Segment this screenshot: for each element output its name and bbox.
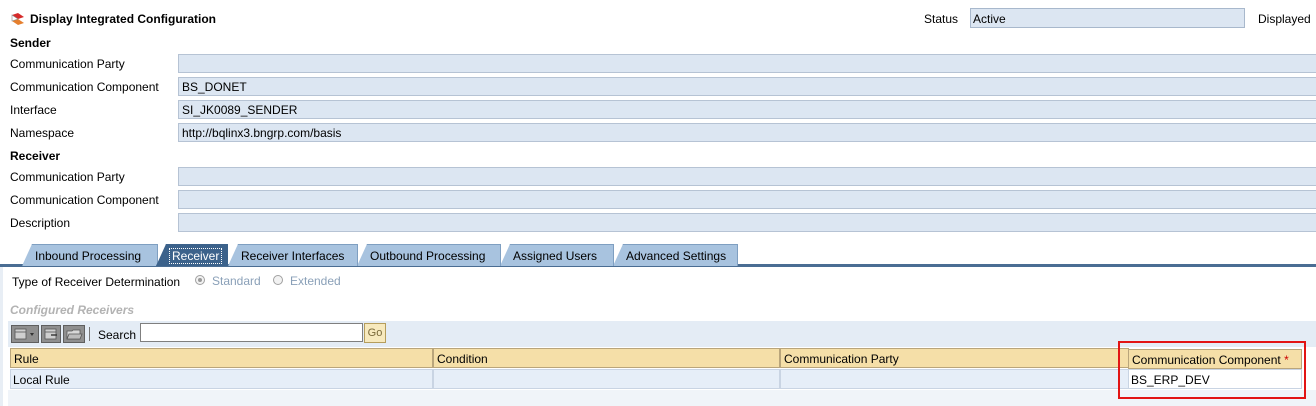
sender-namespace-label: Namespace: [10, 126, 75, 140]
toolbar-separator: [89, 327, 90, 341]
column-header-communication-party[interactable]: Communication Party: [780, 348, 1129, 368]
standard-radio[interactable]: [195, 275, 205, 285]
sender-component-label: Communication Component: [10, 80, 159, 94]
annotation-highlight-box: [1118, 341, 1306, 399]
column-header-condition[interactable]: Condition: [433, 348, 780, 368]
tab-label: Advanced Settings: [626, 249, 727, 263]
tab-advanced-settings[interactable]: Advanced Settings: [613, 244, 738, 266]
page-title: Display Integrated Configuration: [30, 12, 217, 26]
sender-section-title: Sender: [10, 36, 51, 50]
column-header-rule[interactable]: Rule: [10, 348, 433, 368]
tab-label: Receiver: [169, 248, 223, 264]
determination-type-label: Type of Receiver Determination: [12, 275, 181, 289]
search-label: Search: [98, 328, 137, 342]
cell-rule[interactable]: Local Rule: [10, 369, 433, 389]
sender-component-field[interactable]: BS_DONET: [178, 77, 1316, 96]
displayed-label: Displayed: [1258, 12, 1311, 26]
go-button[interactable]: Go: [364, 323, 386, 343]
tab-label: Inbound Processing: [35, 249, 142, 263]
tab-label: Receiver Interfaces: [241, 249, 345, 263]
description-label: Description: [10, 216, 71, 230]
delete-row-icon[interactable]: [41, 325, 61, 343]
configured-receivers-title: Configured Receivers: [10, 303, 135, 317]
extended-radio-label: Extended: [290, 274, 341, 288]
receiver-party-field[interactable]: [178, 167, 1316, 186]
receiver-section-title: Receiver: [10, 149, 61, 163]
tab-assigned-users[interactable]: Assigned Users: [500, 244, 614, 266]
sender-namespace-field[interactable]: http://bqlinx3.bngrp.com/basis: [178, 123, 1316, 142]
receiver-component-label: Communication Component: [10, 193, 159, 207]
add-row-icon[interactable]: [11, 325, 39, 343]
cell-communication-party[interactable]: [780, 369, 1129, 389]
sender-party-label: Communication Party: [10, 57, 125, 71]
sender-party-field[interactable]: [178, 54, 1316, 73]
tab-inbound-processing[interactable]: Inbound Processing: [22, 244, 158, 266]
tab-label: Outbound Processing: [370, 249, 486, 263]
extended-radio[interactable]: [273, 275, 283, 285]
tab-receiver[interactable]: Receiver: [156, 244, 228, 266]
status-field: Active: [970, 8, 1245, 28]
cell-condition[interactable]: [433, 369, 780, 389]
status-label: Status: [924, 12, 959, 26]
sender-interface-field[interactable]: SI_JK0089_SENDER: [178, 100, 1316, 119]
description-field[interactable]: [178, 213, 1316, 232]
tab-receiver-interfaces[interactable]: Receiver Interfaces: [228, 244, 358, 266]
open-folder-icon[interactable]: [63, 325, 85, 343]
receiver-component-field[interactable]: [178, 190, 1316, 209]
standard-radio-label: Standard: [212, 274, 261, 288]
receiver-party-label: Communication Party: [10, 170, 125, 184]
search-input[interactable]: [140, 323, 363, 342]
sender-interface-label: Interface: [10, 103, 57, 117]
integrated-configuration-icon: [11, 13, 24, 25]
tab-outbound-processing[interactable]: Outbound Processing: [357, 244, 501, 266]
tab-label: Assigned Users: [513, 249, 598, 263]
